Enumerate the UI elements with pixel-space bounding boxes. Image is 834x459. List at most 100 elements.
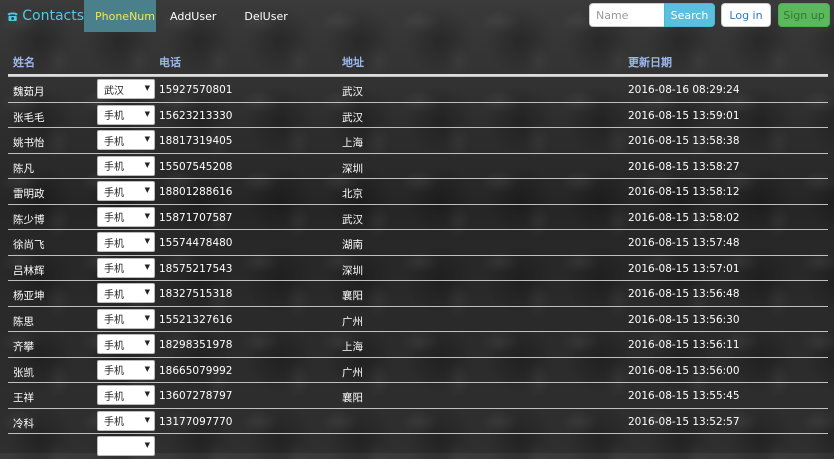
phone-type-value: 手机 bbox=[104, 111, 124, 122]
cell-address: 湖南 bbox=[342, 239, 363, 251]
login-button-label: Log in bbox=[729, 8, 763, 22]
cell-updated: 2016-08-15 13:56:30 bbox=[628, 313, 740, 326]
phone-type-value: 手机 bbox=[104, 238, 124, 250]
dropdown-arrow-icon: ▼ bbox=[144, 313, 150, 322]
header-address: 地址 bbox=[342, 56, 364, 69]
cell-updated: 2016-08-15 13:55:45 bbox=[628, 390, 740, 402]
dropdown-arrow-icon: ▼ bbox=[144, 339, 150, 347]
search-button-label: Search bbox=[670, 8, 709, 22]
table-row: 吕林辉 手机 ▼ 18575217543 深圳 2016-08-15 13:57:01 bbox=[8, 254, 828, 281]
table-row: 雷明政 手机 ▼ 18801288616 北京 2016-08-15 13:58:12 bbox=[8, 178, 828, 204]
cell-name: 陈凡 bbox=[13, 162, 34, 175]
cell-phone: 18298351978 bbox=[159, 339, 233, 351]
phone-type-value: 武汉 bbox=[104, 85, 124, 97]
dropdown-arrow-icon: ▼ bbox=[144, 364, 150, 373]
nav-adduser-label: AddUser bbox=[170, 9, 217, 23]
cell-address: 北京 bbox=[342, 188, 363, 200]
phone-type-select[interactable]: 手机 ▼ bbox=[97, 155, 155, 176]
phone-type-value: 手机 bbox=[104, 366, 124, 377]
phone-type-select[interactable]: 手机 ▼ bbox=[97, 104, 155, 125]
dropdown-arrow-icon: ▼ bbox=[144, 262, 150, 271]
cell-address: 上海 bbox=[342, 341, 363, 353]
dropdown-arrow-icon: ▼ bbox=[144, 441, 150, 449]
cell-phone: 18665079992 bbox=[159, 364, 233, 377]
cell-name: 陈思 bbox=[13, 315, 34, 328]
cell-updated: 2016-08-15 13:58:38 bbox=[628, 135, 740, 147]
nav-phonenum[interactable]: PhoneNum bbox=[84, 0, 156, 32]
cell-updated: 2016-08-15 13:56:48 bbox=[628, 288, 740, 300]
phone-type-select[interactable]: 手机 ▼ bbox=[97, 130, 155, 150]
cell-phone: 15521327616 bbox=[159, 313, 233, 326]
dropdown-arrow-icon: ▼ bbox=[144, 186, 150, 194]
table-row: 王祥 手机 ▼ 13607278797 襄阳 2016-08-15 13:55:45 bbox=[8, 382, 828, 408]
brand-label: Contacts bbox=[22, 8, 84, 24]
phone-type-value: 手机 bbox=[104, 264, 124, 275]
signup-button-label: Sign up bbox=[783, 8, 825, 22]
phone-type-value: 手机 bbox=[104, 315, 124, 326]
phone-type-select[interactable]: 手机 ▼ bbox=[97, 181, 155, 201]
dropdown-arrow-icon: ▼ bbox=[144, 84, 150, 92]
cell-address: 深圳 bbox=[342, 264, 363, 277]
table-row: ▼ bbox=[8, 433, 828, 459]
dropdown-arrow-icon: ▼ bbox=[144, 237, 150, 245]
dropdown-arrow-icon: ▼ bbox=[144, 288, 150, 296]
cell-name: 姚书怡 bbox=[13, 137, 45, 149]
phone-type-select[interactable]: 手机 ▼ bbox=[97, 359, 155, 380]
search-input[interactable] bbox=[589, 3, 664, 27]
cell-name: 吕林辉 bbox=[13, 264, 45, 277]
cell-phone: 18801288616 bbox=[159, 186, 233, 198]
contacts-table: 姓名 电话 地址 更新日期 魏茹月 武汉 ▼ 15927570801 武汉 2016-08… bbox=[8, 48, 828, 459]
cell-address: 襄阳 bbox=[342, 290, 363, 302]
phone-type-select[interactable]: 手机 ▼ bbox=[97, 334, 155, 354]
phone-type-select[interactable]: 武汉 ▼ bbox=[97, 79, 155, 99]
dropdown-arrow-icon: ▼ bbox=[144, 390, 150, 398]
cell-updated: 2016-08-15 13:52:57 bbox=[628, 415, 740, 428]
cell-address: 上海 bbox=[342, 137, 363, 149]
signup-button[interactable]: Sign up bbox=[778, 3, 830, 27]
phone-type-select[interactable]: 手机 ▼ bbox=[97, 206, 155, 227]
cell-address: 武汉 bbox=[342, 111, 363, 124]
cell-updated: 2016-08-15 13:56:00 bbox=[628, 364, 740, 377]
phone-type-select[interactable]: 手机 ▼ bbox=[97, 385, 155, 405]
table-row: 陈思 手机 ▼ 15521327616 广州 2016-08-15 13:56:30 bbox=[8, 305, 828, 332]
phone-type-value: 手机 bbox=[104, 187, 124, 199]
search-button[interactable]: Search bbox=[664, 3, 715, 27]
cell-name: 张凯 bbox=[13, 366, 34, 379]
nav-adduser[interactable]: AddUser bbox=[156, 0, 230, 32]
brand-link[interactable]: Contacts bbox=[0, 0, 84, 32]
phone-type-select[interactable]: 手机 ▼ bbox=[97, 283, 155, 303]
cell-updated: 2016-08-15 13:56:11 bbox=[628, 339, 740, 351]
cell-address: 广州 bbox=[342, 315, 363, 328]
table-row: 陈凡 手机 ▼ 15507545208 深圳 2016-08-15 13:58:27 bbox=[8, 152, 828, 179]
table-row: 张毛毛 手机 ▼ 15623213330 武汉 2016-08-15 13:59:01 bbox=[8, 101, 828, 128]
phone-type-select[interactable]: 手机 ▼ bbox=[97, 308, 155, 329]
cell-name: 齐攀 bbox=[13, 341, 34, 353]
table-row: 杨亚坤 手机 ▼ 18327515318 襄阳 2016-08-15 13:56:48 bbox=[8, 280, 828, 306]
phone-type-value: 手机 bbox=[104, 391, 124, 403]
phone-type-value: 手机 bbox=[104, 136, 124, 148]
header-name: 姓名 bbox=[13, 56, 35, 69]
cell-name: 杨亚坤 bbox=[13, 290, 45, 302]
nav-deluser[interactable]: DelUser bbox=[230, 0, 301, 32]
phone-type-value: 手机 bbox=[104, 289, 124, 301]
table-row: 魏茹月 武汉 ▼ 15927570801 武汉 2016-08-16 08:29:24 bbox=[8, 76, 828, 102]
phone-type-select[interactable]: ▼ bbox=[97, 436, 155, 456]
phone-type-select[interactable]: 手机 ▼ bbox=[97, 410, 155, 431]
phone-type-value: 手机 bbox=[104, 213, 124, 224]
header-updated: 更新日期 bbox=[628, 56, 672, 69]
table-row: 张凯 手机 ▼ 18665079992 广州 2016-08-15 13:56:00 bbox=[8, 356, 828, 383]
table-row: 冷科 手机 ▼ 13177097770 2016-08-15 13:52:57 bbox=[8, 407, 828, 434]
dropdown-arrow-icon: ▼ bbox=[144, 160, 150, 169]
cell-updated: 2016-08-15 13:57:01 bbox=[628, 262, 740, 275]
cell-phone: 15871707587 bbox=[159, 211, 233, 224]
cell-phone: 18327515318 bbox=[159, 288, 233, 300]
cell-address: 襄阳 bbox=[342, 392, 363, 404]
table-body: 魏茹月 武汉 ▼ 15927570801 武汉 2016-08-16 08:29:24 张毛… bbox=[8, 76, 828, 459]
cell-address: 武汉 bbox=[342, 86, 363, 98]
cell-name: 王祥 bbox=[13, 392, 34, 404]
cell-address: 武汉 bbox=[342, 213, 363, 226]
phone-type-select[interactable]: 手机 ▼ bbox=[97, 232, 155, 252]
login-button[interactable]: Log in bbox=[721, 3, 771, 27]
phone-type-select[interactable]: 手机 ▼ bbox=[97, 257, 155, 278]
table-row: 陈少博 手机 ▼ 15871707587 武汉 2016-08-15 13:58:02 bbox=[8, 203, 828, 230]
